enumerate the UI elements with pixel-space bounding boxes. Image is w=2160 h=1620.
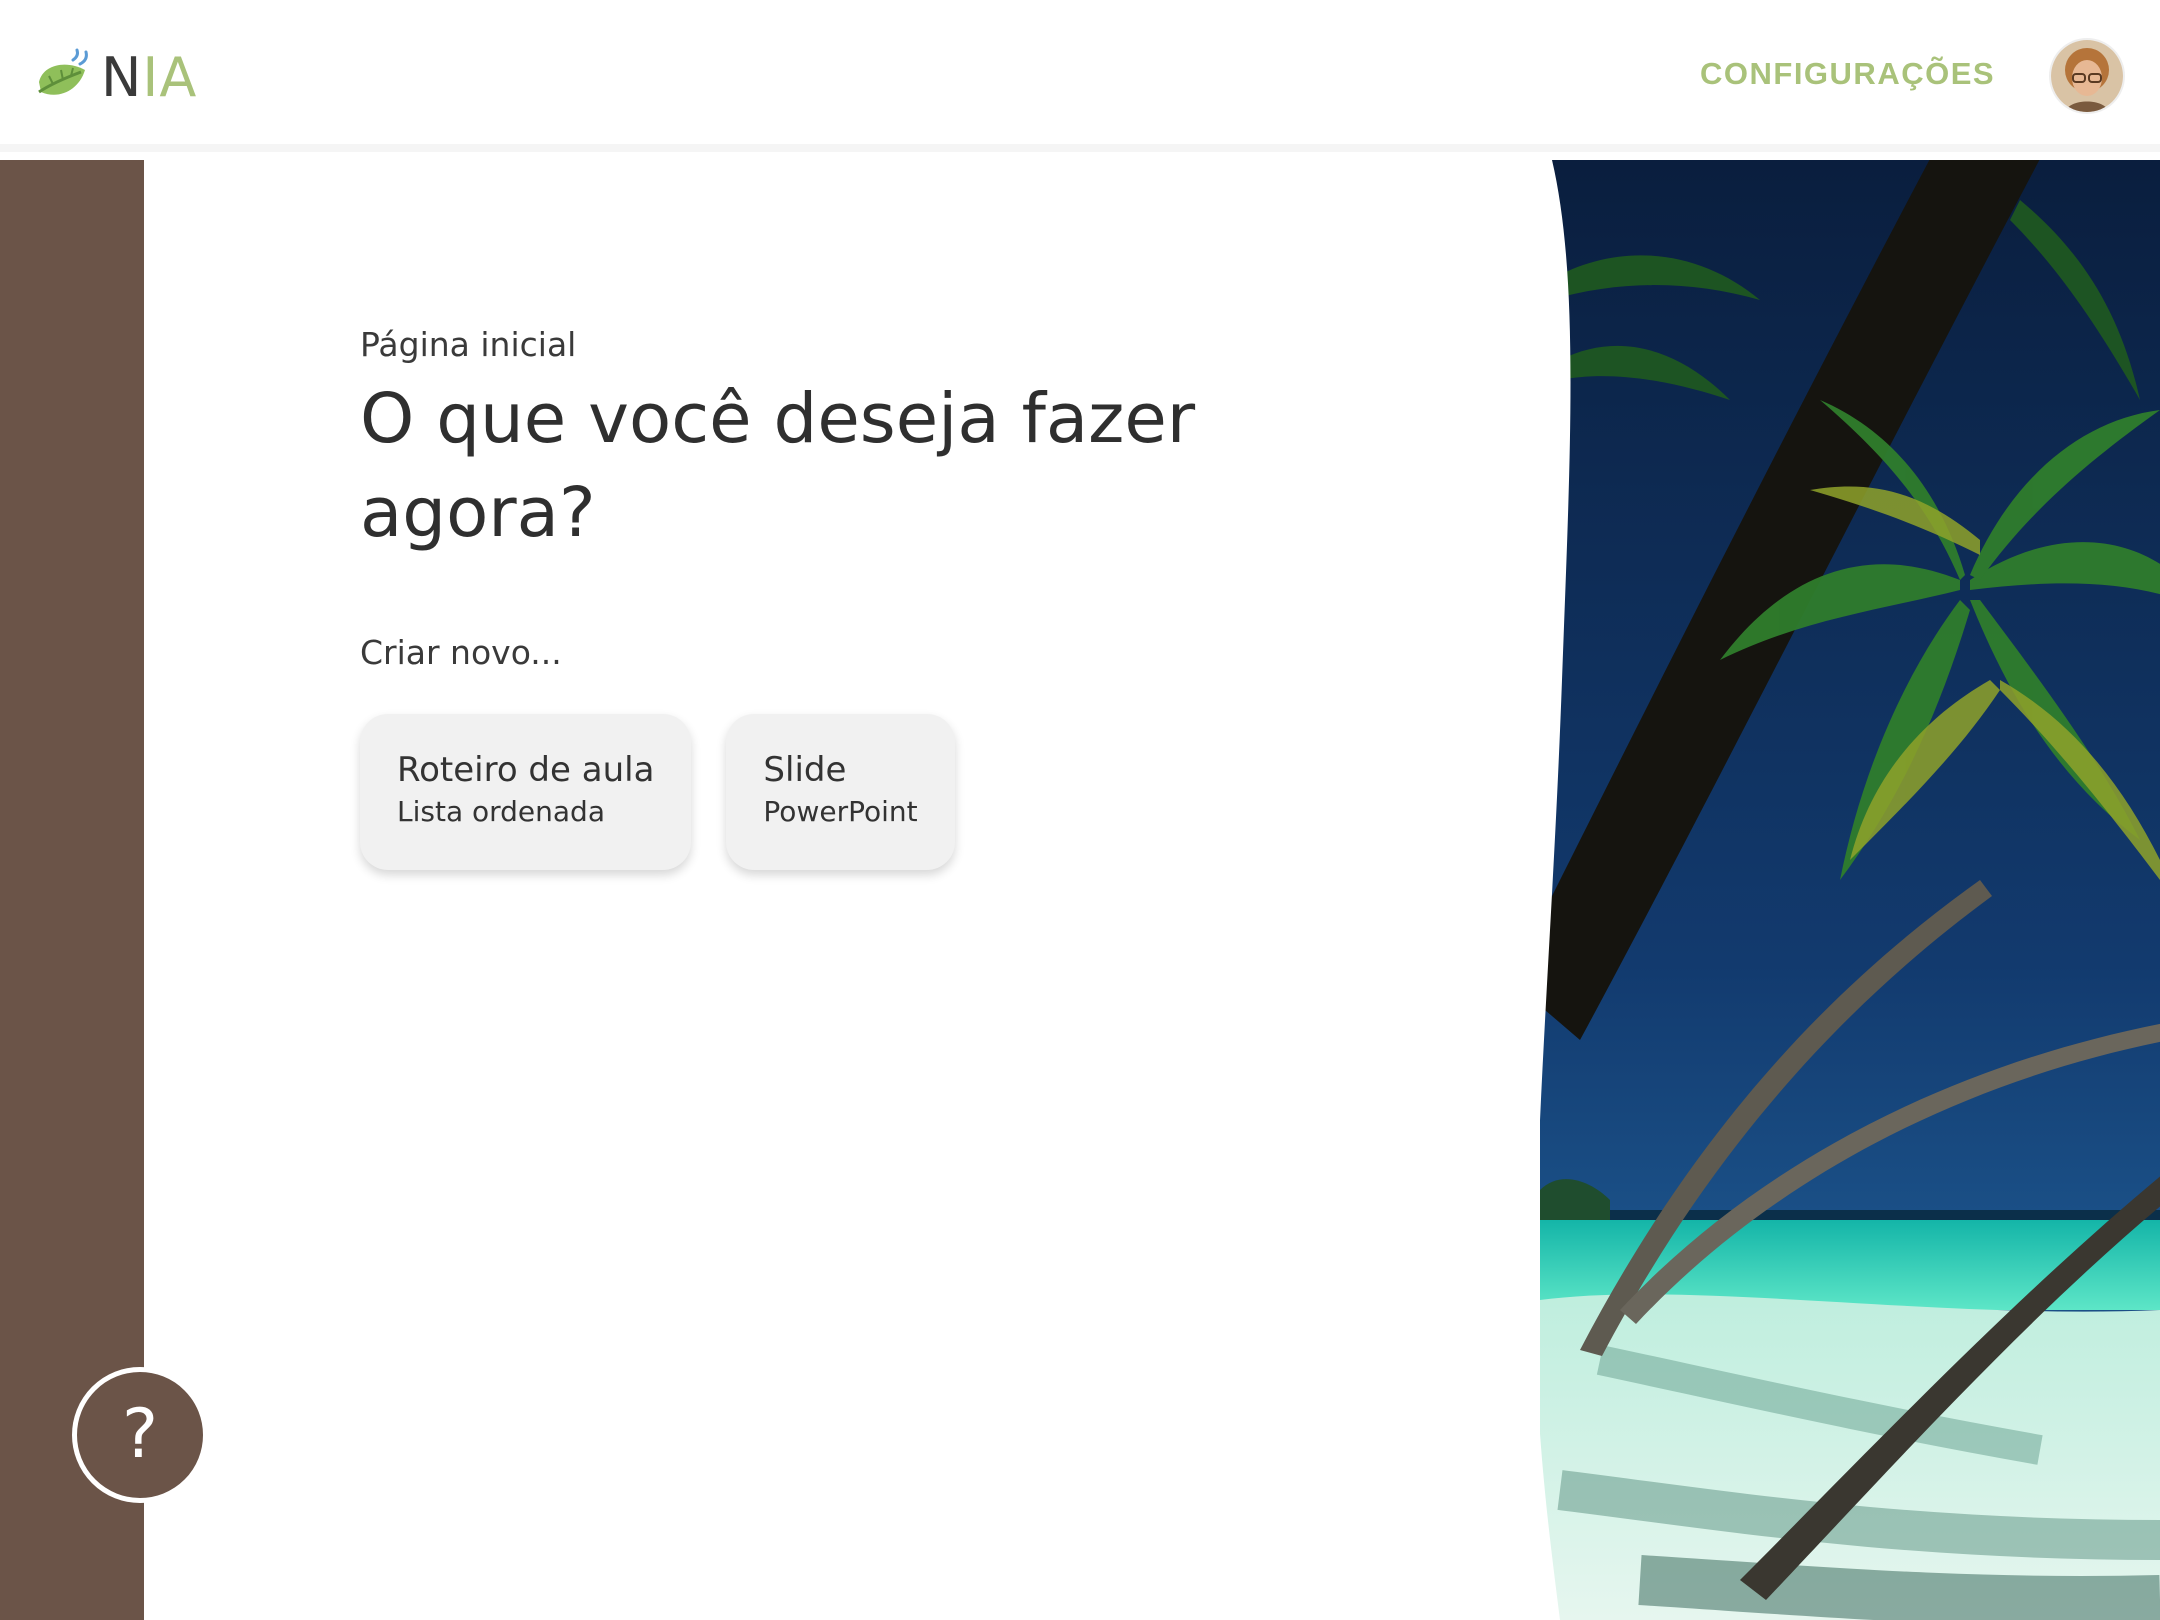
- card-title: Roteiro de aula: [397, 750, 655, 790]
- leaf-icon: [38, 48, 88, 95]
- settings-link[interactable]: CONFIGURAÇÕES: [1700, 56, 1995, 92]
- logo-letter-n: N: [101, 46, 143, 109]
- slide-card[interactable]: Slide PowerPoint: [726, 714, 955, 870]
- help-button[interactable]: ?: [72, 1367, 208, 1503]
- lesson-plan-card[interactable]: Roteiro de aula Lista ordenada: [360, 714, 692, 870]
- page-title: O que você deseja fazer agora?: [360, 379, 1196, 553]
- logo-wordmark: NIA: [101, 48, 197, 108]
- avatar-image: [2051, 40, 2123, 112]
- breadcrumb: Página inicial: [360, 325, 577, 364]
- card-subtitle: PowerPoint: [763, 795, 918, 828]
- card-title: Slide: [763, 750, 847, 790]
- card-subtitle: Lista ordenada: [397, 795, 605, 828]
- create-options: Roteiro de aula Lista ordenada Slide Pow…: [360, 714, 955, 870]
- logo-letters-ia: IA: [142, 46, 198, 109]
- beach-illustration: [1540, 160, 2160, 1620]
- create-new-label: Criar novo...: [360, 633, 562, 672]
- beach-hero-image: [1540, 160, 2160, 1620]
- app-page: NIA CONFIGURAÇÕES ? Página inicial O que…: [0, 0, 2160, 1620]
- user-avatar[interactable]: [2051, 40, 2123, 112]
- top-header: NIA CONFIGURAÇÕES: [0, 0, 2160, 152]
- question-mark-icon: ?: [121, 1395, 159, 1474]
- app-logo[interactable]: NIA: [33, 48, 197, 108]
